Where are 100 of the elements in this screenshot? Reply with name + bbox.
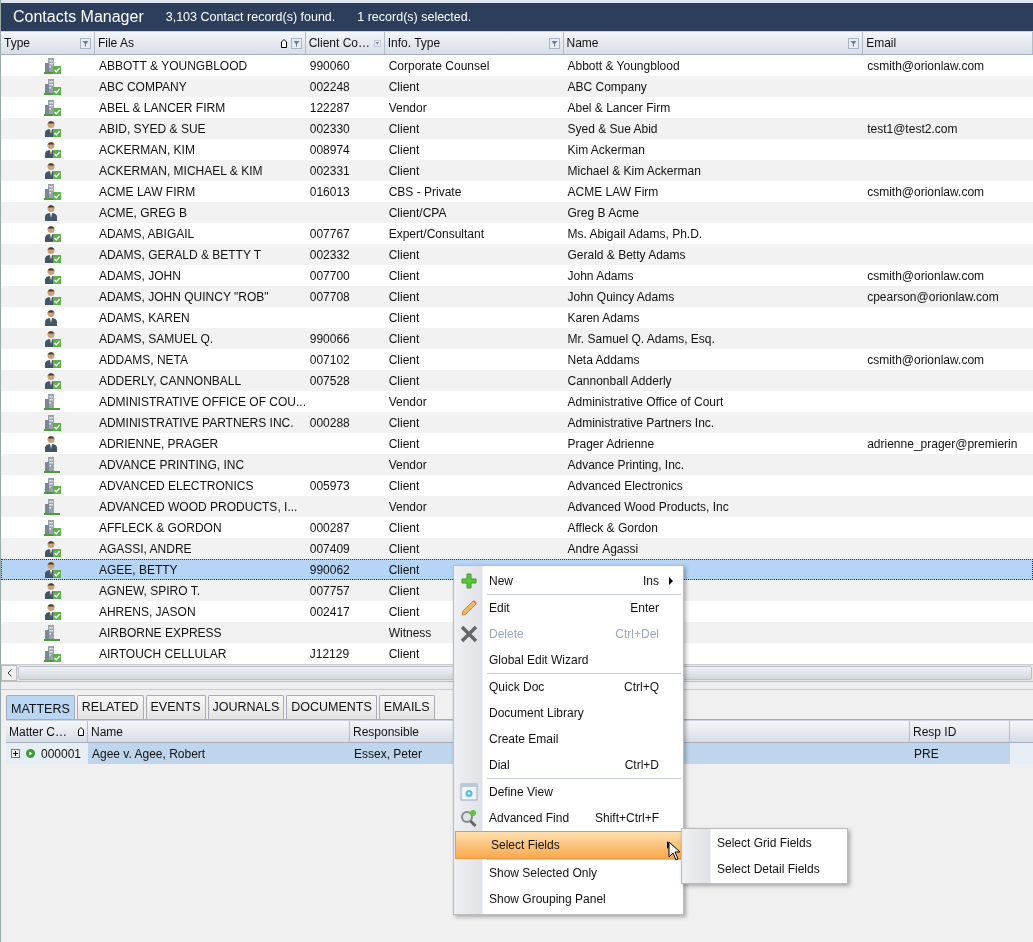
name-cell: Gerald & Betty Adams	[567, 247, 686, 262]
file-as-cell: AHRENS, JASON	[98, 604, 196, 619]
column-header[interactable]: Info. Type	[384, 32, 564, 54]
filter-icon[interactable]	[79, 37, 91, 49]
client-code-cell: 007102	[309, 352, 350, 367]
menu-item[interactable]: Create Email	[454, 726, 683, 752]
column-header[interactable]: Resp ID	[910, 721, 1010, 742]
info-type-cell: Client	[388, 331, 420, 346]
file-as-cell: ADAMS, JOHN	[98, 268, 181, 283]
client-code-cell: 007757	[309, 583, 350, 598]
file-as-cell: ADAMS, ABIGAIL	[98, 226, 195, 241]
file-as-cell: ABC COMPANY	[98, 79, 187, 94]
info-type-cell: Client	[388, 562, 420, 577]
info-type-cell: Client	[388, 478, 420, 493]
tab[interactable]: EVENTS	[145, 695, 206, 719]
column-header[interactable]: Matter C…	[6, 721, 88, 742]
column-header[interactable]: File As	[94, 32, 306, 54]
scroll-left-button[interactable]	[1, 665, 17, 681]
name-cell: Ms. Abigail Adams, Ph.D.	[567, 226, 703, 241]
file-as-cell: ADVANCED ELECTRONICS	[98, 478, 254, 493]
file-as-cell: AFFLECK & GORDON	[98, 520, 222, 535]
client-code-cell: 002417	[309, 604, 350, 619]
info-type-cell: Witness	[388, 625, 432, 640]
client-code-cell: 002248	[309, 79, 350, 94]
column-header[interactable]: Name	[88, 721, 350, 742]
file-as-cell: AIRBORNE EXPRESS	[98, 625, 222, 640]
file-as-cell: ACKERMAN, MICHAEL & KIM	[98, 163, 263, 178]
menu-item[interactable]: Select Fields	[455, 831, 682, 859]
file-as-cell: ADRIENNE, PRAGER	[98, 436, 219, 451]
client-code-cell: 007700	[309, 268, 350, 283]
file-as-cell: ABEL & LANCER FIRM	[98, 100, 226, 115]
info-type-cell: Client/CPA	[388, 205, 447, 220]
menu-item[interactable]: Document Library	[454, 700, 683, 726]
menu-item[interactable]: New Ins	[454, 568, 683, 594]
filter-icon[interactable]	[548, 37, 560, 49]
info-type-cell: Vendor	[388, 100, 427, 115]
column-header[interactable]: Name	[563, 32, 864, 54]
email-cell: adrienne_prager@premierin	[867, 436, 1018, 451]
expand-icon[interactable]	[11, 749, 20, 758]
name-cell: Karen Adams	[567, 310, 640, 325]
name-cell: Advanced Wood Products, Inc	[567, 499, 729, 514]
column-header[interactable]: Client Co…	[305, 32, 385, 54]
submenu-arrow-icon	[669, 577, 673, 585]
info-type-cell: Client	[388, 415, 420, 430]
name-cell: Andre Agassi	[567, 541, 639, 556]
file-as-cell: ACKERMAN, KIM	[98, 142, 195, 157]
tab[interactable]: MATTERS	[6, 695, 75, 719]
client-code-cell: 990062	[309, 562, 350, 577]
name-cell: John Adams	[567, 268, 634, 283]
info-type-cell: Client	[388, 583, 420, 598]
menu-item[interactable]: Select Detail Fields	[682, 856, 847, 882]
tab[interactable]: EMAILS	[378, 695, 435, 719]
file-as-cell: ADAMS, GERALD & BETTY T	[98, 247, 262, 262]
menu-item[interactable]: Select Grid Fields	[682, 830, 847, 856]
client-code-cell: 000288	[309, 415, 350, 430]
file-as-cell: ADAMS, JOHN QUINCY "ROB"	[98, 289, 269, 304]
filter-icon[interactable]	[374, 37, 381, 49]
tab[interactable]: RELATED	[76, 695, 144, 719]
tab[interactable]: JOURNALS	[207, 695, 285, 719]
file-as-cell: AGASSI, ANDRE	[98, 541, 192, 556]
info-type-cell: Client	[388, 121, 420, 136]
name-cell: Mr. Samuel Q. Adams, Esq.	[567, 331, 715, 346]
client-code-cell: 008974	[309, 142, 350, 157]
name-cell: Advance Printing, Inc.	[567, 457, 685, 472]
name-cell: Administrative Partners Inc.	[567, 415, 715, 430]
menu-item[interactable]: Advanced Find Shift+Ctrl+F	[454, 805, 683, 831]
file-as-cell: ADMINISTRATIVE OFFICE OF COU...	[98, 394, 306, 409]
file-as-cell: ADDAMS, NETA	[98, 352, 189, 367]
record-count: 3,103 Contact record(s) found.	[165, 10, 336, 24]
menu-item[interactable]: Global Edit Wizard	[454, 647, 683, 673]
client-code-cell: 002332	[309, 247, 350, 262]
file-as-cell: ADDERLY, CANNONBALL	[98, 373, 242, 388]
plus-icon	[460, 573, 477, 589]
filter-icon[interactable]	[290, 37, 302, 49]
email-cell: cpearson@orionlaw.com	[867, 289, 999, 304]
name-cell: Affleck & Gordon	[567, 520, 658, 535]
menu-item[interactable]: Dial Ctrl+D	[454, 752, 683, 778]
client-code-cell: 002330	[309, 121, 350, 136]
resp-id-cell: PRE	[914, 746, 939, 761]
delete-icon	[459, 625, 478, 643]
play-icon	[26, 749, 35, 758]
name-cell: Administrative Office of Court	[567, 394, 724, 409]
info-type-cell: Client	[388, 289, 420, 304]
info-type-cell: Client	[388, 436, 420, 451]
file-as-cell: ADVANCE PRINTING, INC	[98, 457, 245, 472]
matter-name-cell: Agee v. Agee, Robert	[92, 746, 206, 761]
client-code-cell: 122287	[309, 100, 350, 115]
name-cell: Syed & Sue Abid	[567, 121, 658, 136]
column-header[interactable]: Email	[863, 32, 1033, 54]
info-type-cell: Client	[388, 268, 420, 283]
file-as-cell: AGEE, BETTY	[98, 562, 178, 577]
info-type-cell: Client	[388, 247, 420, 262]
filter-icon[interactable]	[848, 37, 860, 49]
menu-item[interactable]: Show Grouping Panel	[454, 886, 683, 912]
tab[interactable]: DOCUMENTS	[286, 695, 377, 719]
selection-count: 1 record(s) selected.	[357, 10, 472, 24]
name-cell: Advanced Electronics	[567, 478, 683, 493]
search-icon	[459, 809, 478, 827]
window-title: Contacts Manager	[13, 8, 144, 26]
column-header[interactable]: Type	[1, 32, 95, 54]
